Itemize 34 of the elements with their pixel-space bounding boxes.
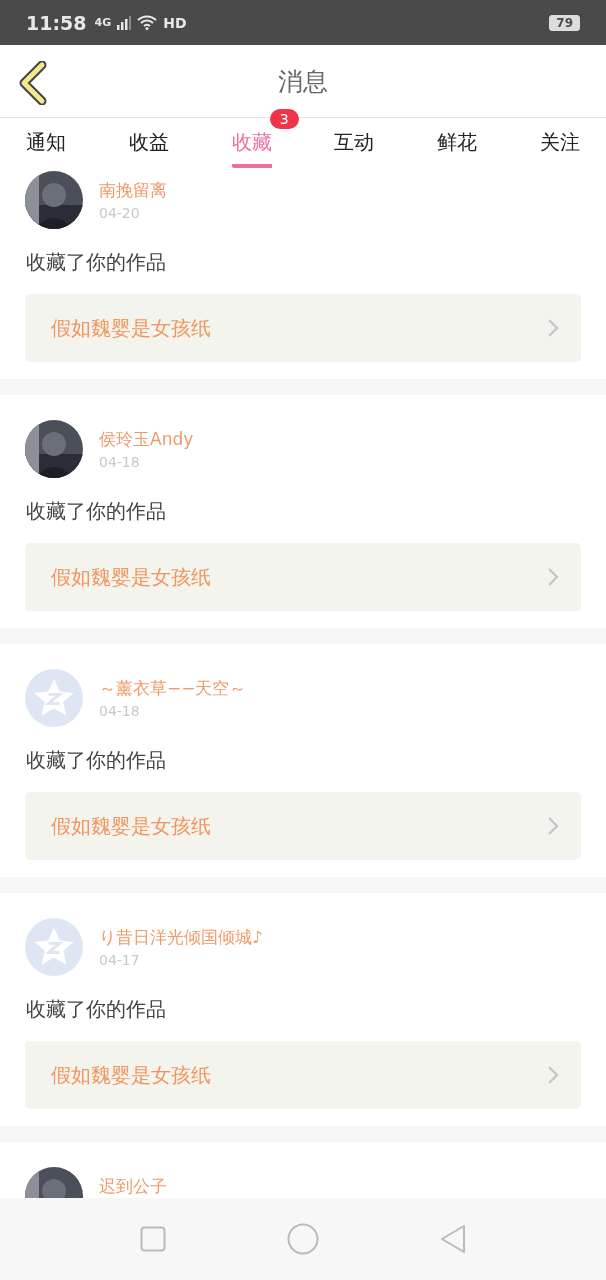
message-text: 收藏了你的作品 bbox=[26, 249, 167, 276]
count-badge: 3 bbox=[269, 108, 299, 129]
wifi-icon bbox=[137, 15, 158, 30]
user-name[interactable]: り昔日洋光倾国倾城♪ bbox=[99, 928, 263, 947]
status-time: 11:58 bbox=[26, 11, 87, 34]
message-text: 收藏了你的作品 bbox=[26, 747, 167, 774]
tab[interactable]: 互动 bbox=[334, 120, 375, 168]
back-nav-icon[interactable] bbox=[439, 1224, 466, 1254]
battery-level: 79 bbox=[549, 14, 580, 31]
tab[interactable]: 通知 bbox=[26, 120, 66, 168]
hd-indicator: HD bbox=[163, 14, 187, 31]
work-link[interactable]: 假如魏婴是女孩纸 bbox=[25, 1041, 581, 1109]
chevron-right-icon bbox=[547, 1065, 559, 1085]
user-name[interactable]: ～薰衣草−−天空～ bbox=[99, 679, 247, 698]
tab[interactable]: 鲜花 bbox=[437, 120, 478, 168]
user-name[interactable]: 迟到公子 bbox=[99, 1177, 167, 1196]
chevron-right-icon bbox=[547, 567, 559, 587]
network-type: 4G bbox=[94, 16, 112, 29]
message-text: 收藏了你的作品 bbox=[26, 996, 167, 1023]
work-link[interactable]: 假如魏婴是女孩纸 bbox=[25, 543, 581, 611]
chevron-right-icon bbox=[547, 816, 559, 836]
home-icon[interactable] bbox=[287, 1223, 319, 1255]
work-link[interactable]: 假如魏婴是女孩纸 bbox=[25, 294, 581, 362]
user-name[interactable]: 南挽留离 bbox=[99, 181, 167, 200]
user-name[interactable]: 侯玲玉Andy bbox=[99, 430, 194, 449]
signal-icon bbox=[117, 15, 132, 30]
tab[interactable]: 收益 bbox=[128, 120, 169, 168]
page-title: 消息 bbox=[278, 65, 328, 98]
chevron-right-icon bbox=[547, 318, 559, 338]
message-text: 收藏了你的作品 bbox=[26, 498, 167, 525]
tab[interactable]: 关注 bbox=[540, 120, 580, 168]
work-link[interactable]: 假如魏婴是女孩纸 bbox=[25, 792, 581, 860]
recent-apps-icon[interactable] bbox=[140, 1226, 167, 1252]
back-icon[interactable] bbox=[18, 61, 48, 105]
